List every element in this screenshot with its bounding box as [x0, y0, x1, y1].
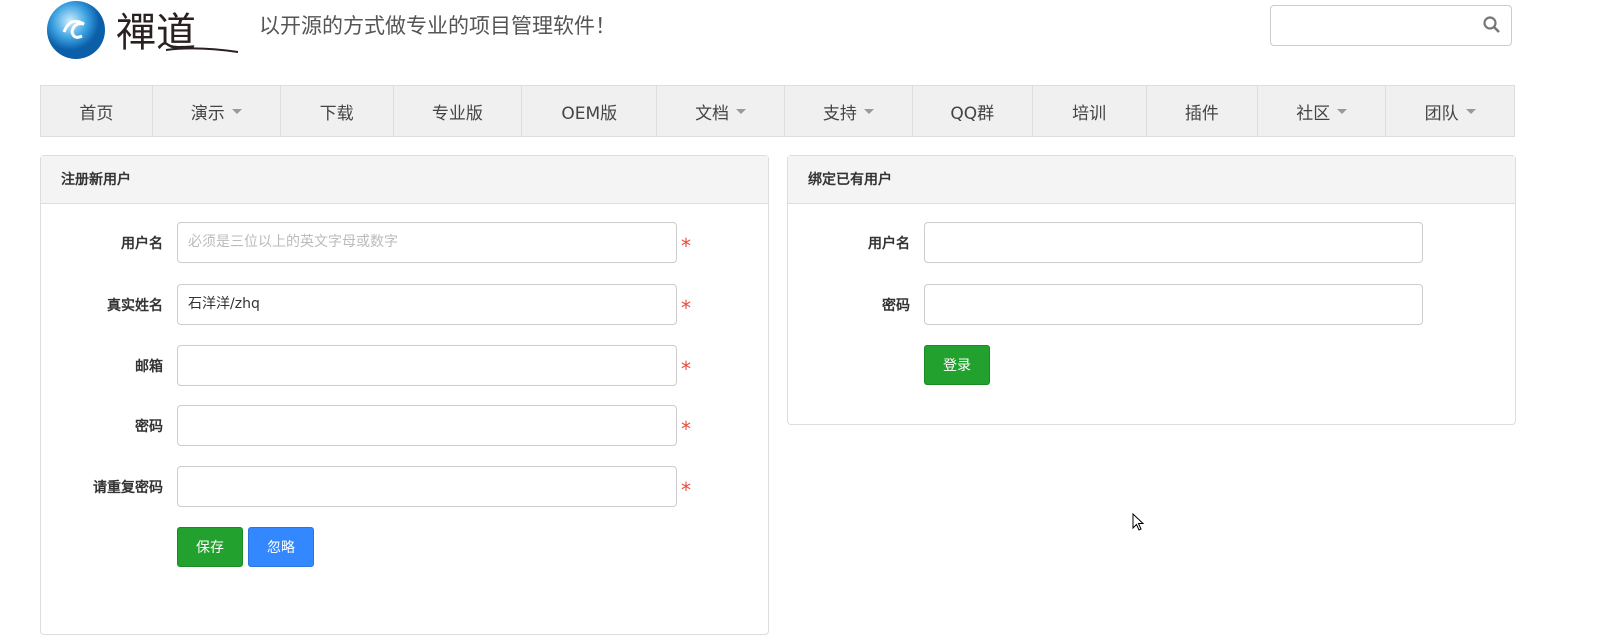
required-mark: *	[681, 417, 691, 441]
register-input[interactable]	[177, 345, 677, 386]
search-icon[interactable]	[1483, 16, 1501, 34]
field-label: 邮箱	[135, 359, 163, 375]
nav-item-label: QQ群	[950, 103, 995, 124]
nav-item[interactable]: 社区	[1258, 86, 1387, 136]
bind-input[interactable]	[924, 284, 1423, 325]
bind-input[interactable]	[924, 222, 1423, 263]
field-label: 密码	[882, 298, 910, 314]
bind-title: 绑定已有用户	[788, 156, 1515, 204]
caret-down-icon	[231, 108, 242, 114]
nav-item[interactable]: QQ群	[913, 86, 1033, 136]
nav-item-label: 演示	[190, 103, 225, 124]
save-button[interactable]: 保存	[177, 527, 243, 567]
nav-item[interactable]: 培训	[1033, 86, 1147, 136]
search-input[interactable]	[1270, 5, 1512, 46]
nav-item[interactable]: 专业版	[394, 86, 523, 136]
nav-item-label: 支持	[822, 103, 857, 124]
nav-item-label: 专业版	[431, 103, 483, 124]
register-input[interactable]: 必须是三位以上的英文字母或数字	[177, 222, 677, 263]
caret-down-icon	[863, 108, 874, 114]
caret-down-icon	[1465, 108, 1476, 114]
field-label: 用户名	[868, 236, 910, 252]
nav-item[interactable]: OEM版	[522, 86, 658, 136]
nav-item-label: 培训	[1072, 103, 1107, 124]
nav-item[interactable]: 下载	[281, 86, 394, 136]
ignore-button[interactable]: 忽略	[248, 527, 314, 567]
field-label: 用户名	[121, 236, 163, 252]
slogan: 以开源的方式做专业的项目管理软件！	[259, 14, 616, 38]
caret-down-icon	[1337, 108, 1348, 114]
nav-item-label: OEM版	[561, 103, 618, 124]
required-mark: *	[681, 357, 691, 381]
nav-item-label: 社区	[1296, 103, 1331, 124]
nav-item-label: 下载	[319, 103, 354, 124]
field-label: 真实姓名	[107, 298, 163, 314]
mouse-cursor-icon	[1132, 513, 1145, 531]
required-mark: *	[681, 234, 691, 258]
main-nav: 首页 演示 下载 专业版 OEM版 文档 支持 QQ群 培训 插件 社区 团队	[40, 85, 1515, 137]
nav-item[interactable]: 文档	[657, 86, 785, 136]
zentao-logo: 禪道	[47, 1, 239, 59]
field-label: 请重复密码	[93, 480, 163, 496]
nav-item-label: 插件	[1184, 103, 1219, 124]
register-input[interactable]	[177, 466, 677, 507]
register-input[interactable]	[177, 405, 677, 446]
required-mark: *	[681, 296, 691, 320]
nav-item-label: 文档	[695, 103, 730, 124]
login-button[interactable]: 登录	[924, 345, 990, 385]
nav-item-label: 首页	[79, 103, 114, 124]
nav-item[interactable]: 首页	[41, 86, 153, 136]
nav-item[interactable]: 团队	[1386, 86, 1514, 136]
field-label: 密码	[135, 419, 163, 435]
nav-item[interactable]: 插件	[1147, 86, 1259, 136]
register-input[interactable]: 石洋洋/zhq	[177, 284, 677, 325]
nav-item-label: 团队	[1424, 103, 1459, 124]
required-mark: *	[681, 478, 691, 502]
register-title: 注册新用户	[41, 156, 768, 204]
nav-item[interactable]: 演示	[153, 86, 281, 136]
caret-down-icon	[736, 108, 747, 114]
nav-item[interactable]: 支持	[785, 86, 913, 136]
